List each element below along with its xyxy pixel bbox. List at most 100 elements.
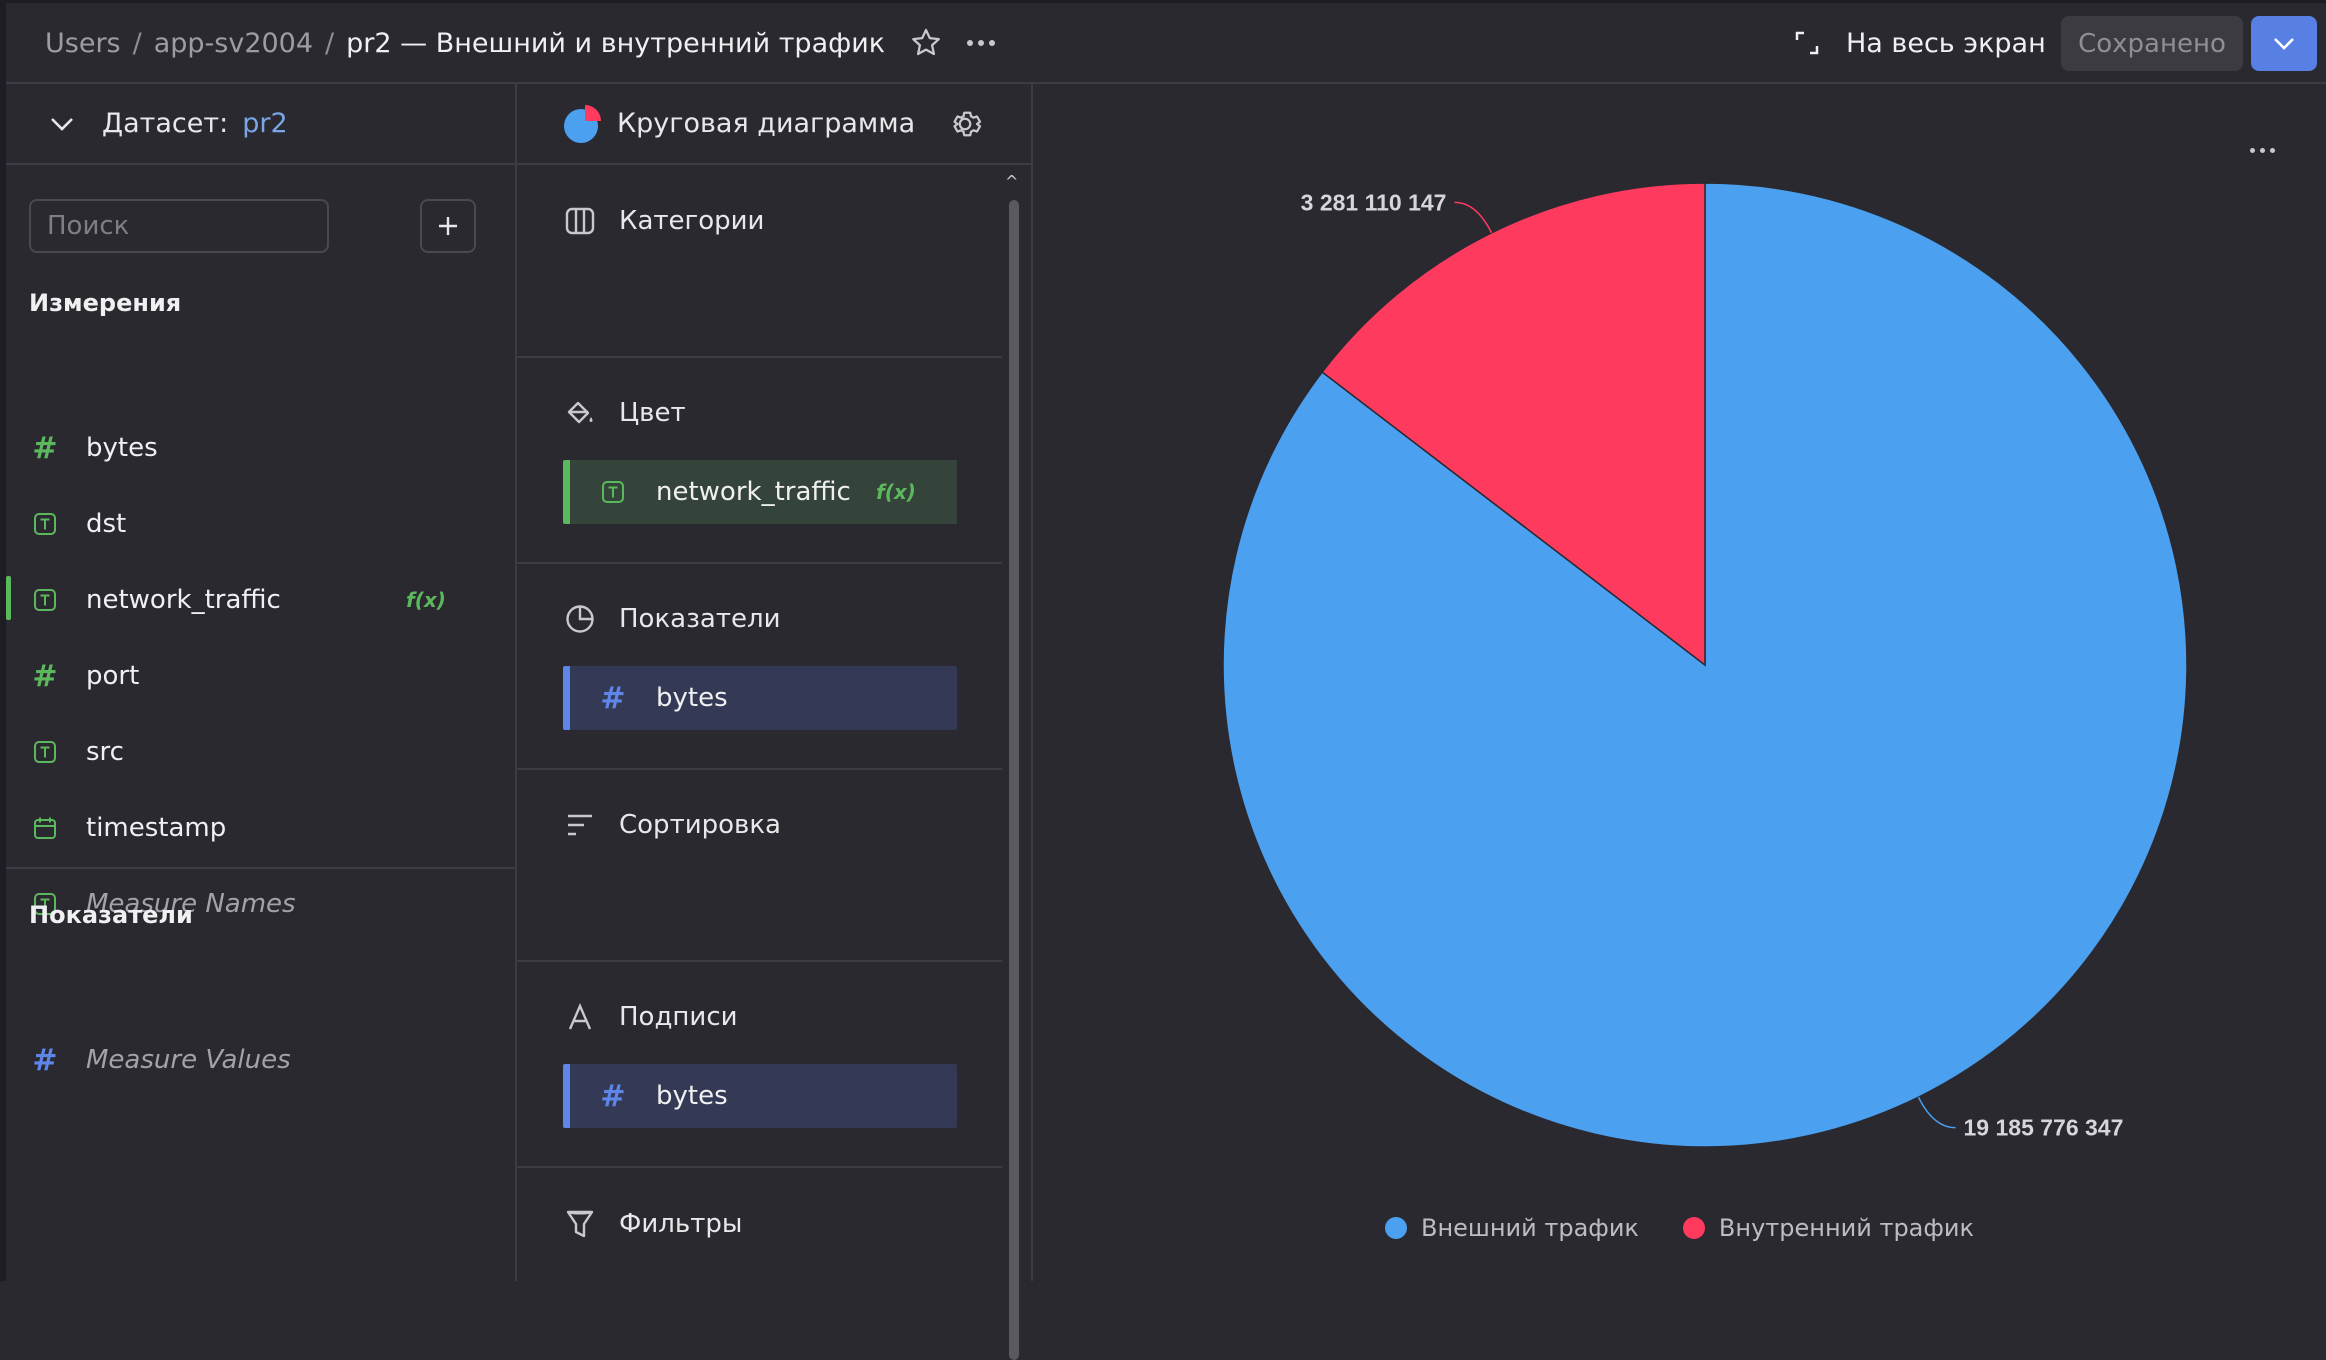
legend-item-external[interactable]: Внешний трафик <box>1384 1214 1639 1242</box>
save-button[interactable]: Сохранено <box>2061 16 2243 71</box>
legend-marker <box>1384 1217 1407 1239</box>
data-label-0: 19 185 776 347 <box>1964 1115 2124 1141</box>
search-input[interactable] <box>29 199 329 253</box>
number-icon: # <box>32 430 58 466</box>
sort-header: Сортировка <box>563 810 781 840</box>
color-field-chip[interactable]: network_traffic f(x) <box>563 460 957 524</box>
color-label: Цвет <box>619 398 686 428</box>
legend-label: Внешний трафик <box>1420 1214 1639 1242</box>
pie-chart-icon <box>564 104 601 143</box>
data-label-1: 3 281 110 147 <box>1301 189 1447 215</box>
measures-label: Показатели <box>619 604 781 634</box>
breadcrumb-folder[interactable]: app-sv2004 <box>154 28 313 59</box>
text-type-icon <box>34 589 56 611</box>
field-label: Measure Values <box>86 1045 291 1075</box>
legend-item-internal[interactable]: Внутренний трафик <box>1682 1214 1975 1242</box>
filter-icon <box>566 1210 594 1238</box>
chart-area: 19 185 776 347 3 281 110 147 Внешний траф… <box>1033 84 2326 1281</box>
field-label: port <box>86 661 140 691</box>
labels-header: Подписи <box>563 1002 738 1032</box>
fullscreen-icon <box>1795 31 1819 55</box>
chip-label: network_traffic <box>656 477 851 507</box>
sort-label: Сортировка <box>619 810 781 840</box>
breadcrumb: Users / app-sv2004 / pr2 — Внешний и вну… <box>45 3 996 83</box>
visualization-type-label: Круговая диаграмма <box>617 108 916 139</box>
breadcrumb-users[interactable]: Users <box>45 28 121 59</box>
chip-label: bytes <box>656 1081 728 1111</box>
fullscreen-button[interactable]: На весь экран <box>1794 3 2046 83</box>
selected-marker <box>6 576 11 620</box>
dataset-label: Датасет: <box>102 108 229 139</box>
visualization-type-header[interactable]: Круговая диаграмма <box>517 84 1031 165</box>
label-field-chip[interactable]: # bytes <box>563 1064 957 1128</box>
field-dst[interactable]: dst <box>6 494 511 554</box>
visualization-panel: Круговая диаграмма ^ Категории Цвет netw… <box>517 84 1033 1360</box>
filters-header: Фильтры <box>563 1208 742 1240</box>
field-label: timestamp <box>86 813 227 843</box>
number-icon: # <box>600 1078 626 1114</box>
field-label: src <box>86 737 124 767</box>
field-timestamp[interactable]: timestamp <box>6 798 511 858</box>
field-label: network_traffic <box>86 585 281 615</box>
text-type-icon <box>34 741 56 763</box>
more-options-icon[interactable] <box>967 40 996 46</box>
formula-icon: f(x) <box>876 480 916 504</box>
field-src[interactable]: src <box>6 722 511 782</box>
field-bytes[interactable]: # bytes <box>6 418 511 478</box>
section-categories: Категории <box>517 166 1002 358</box>
legend-label: Внутренний трафик <box>1718 1214 1975 1242</box>
columns-icon <box>565 207 595 235</box>
number-icon: # <box>32 1042 58 1078</box>
dataset-panel: Датасет: pr2 Измерения # bytes dst netwo… <box>6 84 517 1281</box>
chart-legend: Внешний трафик Внутренний трафик <box>1033 1214 2326 1242</box>
dimensions-title: Измерения <box>29 289 182 317</box>
chip-label: bytes <box>656 683 728 713</box>
scrollbar[interactable] <box>1009 200 1019 1360</box>
text-type-icon <box>602 481 624 503</box>
breadcrumb-separator: / <box>325 27 335 59</box>
breadcrumb-separator: / <box>132 27 142 59</box>
section-labels: Подписи # bytes <box>517 962 1002 1168</box>
categories-label: Категории <box>619 206 765 236</box>
section-color: Цвет network_traffic f(x) <box>517 358 1002 564</box>
section-sort: Сортировка <box>517 770 1002 962</box>
field-measure-values[interactable]: # Measure Values <box>6 1030 511 1090</box>
scroll-up-icon[interactable]: ^ <box>1005 172 1018 191</box>
legend-marker <box>1682 1217 1705 1239</box>
number-icon: # <box>600 680 626 716</box>
field-label: bytes <box>86 433 158 463</box>
letter-a-icon <box>568 1003 592 1030</box>
save-dropdown-button[interactable] <box>2251 16 2317 71</box>
star-icon[interactable] <box>909 26 943 60</box>
sort-icon <box>568 814 592 836</box>
add-field-button[interactable] <box>420 199 476 253</box>
field-network-traffic[interactable]: network_traffic f(x) <box>6 570 511 630</box>
paint-bucket-icon <box>567 401 593 424</box>
number-icon: # <box>32 658 58 694</box>
section-measures: Показатели # bytes <box>517 564 1002 770</box>
field-label: dst <box>86 509 127 539</box>
dataset-header[interactable]: Датасет: pr2 <box>6 84 515 165</box>
measure-field-chip[interactable]: # bytes <box>563 666 957 730</box>
leader-line-1 <box>1454 201 1493 234</box>
formula-icon: f(x) <box>406 588 446 612</box>
text-type-icon <box>34 513 56 535</box>
chevron-down-icon[interactable] <box>50 116 74 132</box>
measures-title: Показатели <box>29 901 193 929</box>
gear-icon[interactable] <box>947 106 983 142</box>
fullscreen-label: На весь экран <box>1846 27 2046 59</box>
pie-chart: 19 185 776 347 3 281 110 147 <box>1222 182 2188 1148</box>
labels-label: Подписи <box>619 1002 738 1032</box>
calendar-icon <box>34 817 56 839</box>
color-header: Цвет <box>563 398 686 428</box>
categories-header: Категории <box>563 206 764 236</box>
chevron-down-icon <box>2274 37 2294 50</box>
dataset-name[interactable]: pr2 <box>242 108 287 139</box>
section-filters: Фильтры <box>517 1168 1002 1281</box>
top-header: Users / app-sv2004 / pr2 — Внешний и вну… <box>6 3 2326 84</box>
leader-line-0 <box>1917 1096 1956 1129</box>
filters-label: Фильтры <box>619 1209 743 1239</box>
measures-header: Показатели <box>563 604 781 634</box>
field-port[interactable]: # port <box>6 646 511 706</box>
divider <box>6 867 517 869</box>
